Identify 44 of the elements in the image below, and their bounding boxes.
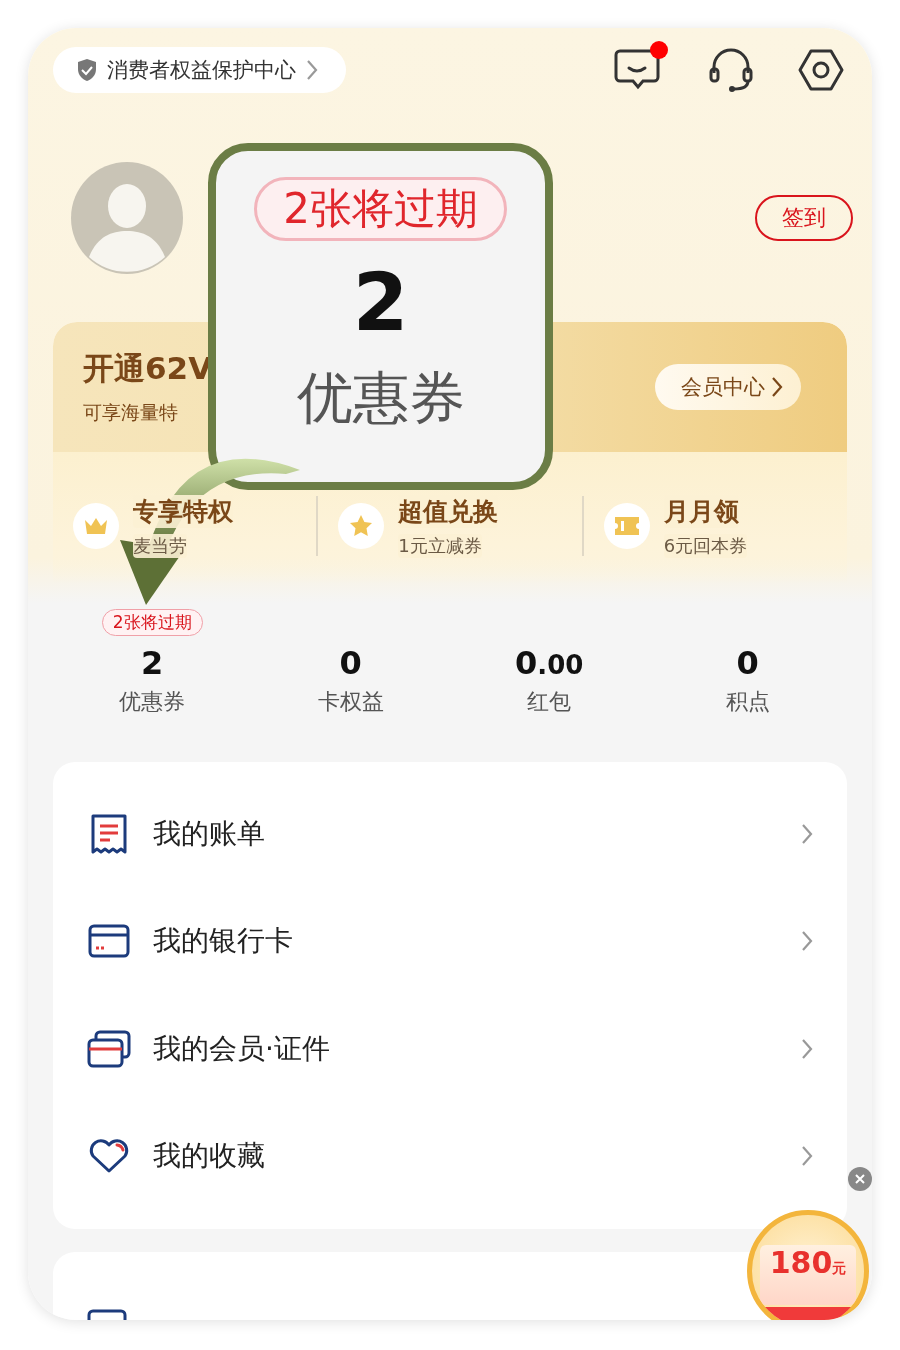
expiry-badge: 2张将过期 (254, 177, 507, 241)
close-button[interactable] (848, 1167, 872, 1191)
crown-icon (83, 516, 109, 536)
bill-icon (89, 812, 129, 855)
cards-icon (87, 1028, 131, 1069)
ticket-icon (613, 516, 640, 536)
stat-value: 2 (352, 263, 409, 343)
membership-title: 开通62V (83, 349, 213, 388)
member-center-button[interactable]: 会员中心 (655, 364, 801, 410)
benefit-title: 专享特权 (133, 494, 233, 528)
menu-item[interactable]: 我的银行卡 (53, 887, 847, 995)
shield-icon (77, 58, 97, 82)
stat-value[interactable]: 2 (141, 646, 164, 682)
stat-label: 优惠券 (296, 364, 465, 432)
menu-item[interactable]: 我的会员·证件 (53, 995, 847, 1103)
chevron-icon (771, 376, 783, 398)
benefit-subtitle: 麦当劳 (133, 533, 187, 558)
stat-label[interactable]: 红包 (527, 687, 572, 718)
consumer-protection-link[interactable]: 消费者权益保护中心 (53, 47, 346, 93)
settings-icon[interactable] (798, 47, 844, 93)
membership-subtitle: 可享海量特 (83, 400, 179, 425)
chevron-icon (801, 1037, 813, 1060)
chevron-icon (306, 59, 318, 81)
reward-badge[interactable]: 180元 (747, 1210, 869, 1320)
stat-label[interactable]: 积点 (725, 687, 770, 718)
benefit-subtitle: 1元立减券 (398, 533, 482, 558)
heart-icon (88, 1138, 130, 1175)
menu-item[interactable]: 我的收藏 (53, 1102, 847, 1210)
chevron-icon (801, 822, 813, 845)
star-icon (349, 514, 374, 538)
stat-label[interactable]: 卡权益 (317, 687, 384, 718)
close-icon (855, 1174, 865, 1184)
chevron-icon (801, 930, 813, 953)
bank-card-icon (88, 923, 130, 960)
stat-label[interactable]: 优惠券 (119, 687, 186, 718)
stat-value[interactable]: 0 (339, 646, 362, 682)
check-in-button[interactable]: 签到 (755, 195, 853, 241)
chevron-icon (801, 1145, 813, 1168)
stat-value[interactable]: 0.00 (515, 646, 584, 682)
expiry-badge: 2张将过期 (101, 609, 203, 636)
benefit-subtitle: 6元回本券 (663, 533, 748, 558)
menu-item[interactable]: 我的账单 (53, 780, 847, 888)
stat-value[interactable]: 0 (736, 646, 759, 682)
headset-icon[interactable] (708, 47, 754, 93)
